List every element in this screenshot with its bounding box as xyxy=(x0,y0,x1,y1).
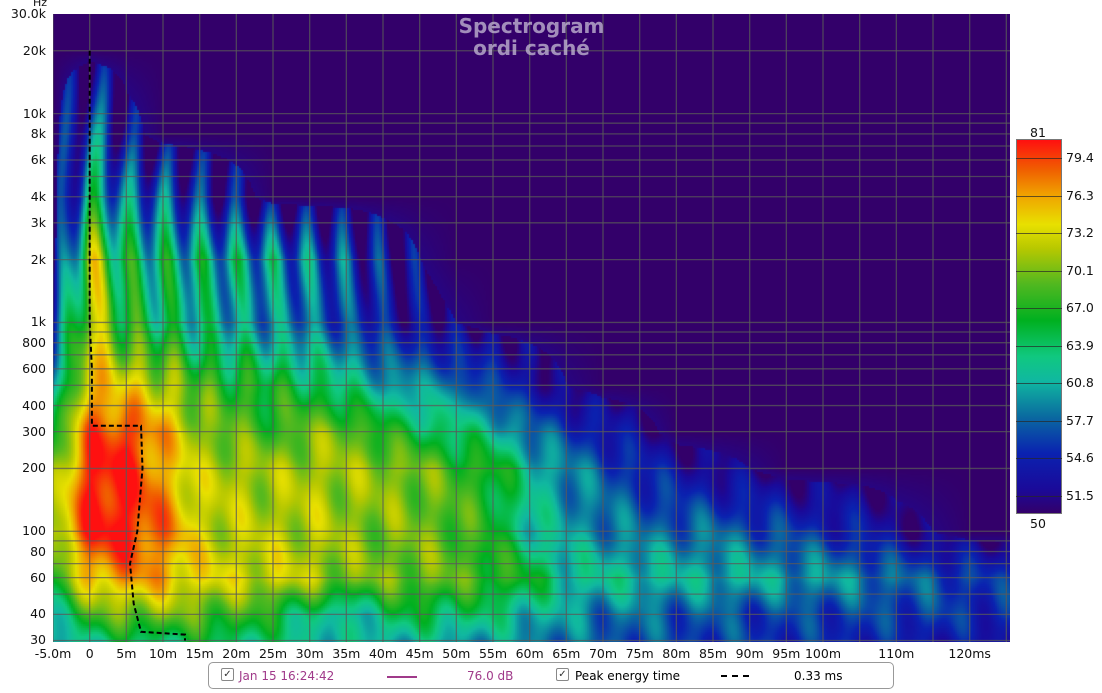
y-tick-label: 6k xyxy=(30,151,46,167)
y-tick-label: 60 xyxy=(30,569,46,585)
series-value: 76.0 dB xyxy=(467,669,514,683)
colorbar-tick-label: 51.5 xyxy=(1066,487,1094,503)
colorbar-tick-label: 70.1 xyxy=(1066,262,1094,278)
spectrogram-plot: Spectrogram ordi caché xyxy=(53,14,1010,642)
y-tick-label: 20k xyxy=(22,42,46,58)
x-tick-label: 120ms xyxy=(948,646,991,661)
x-tick-label: 65m xyxy=(552,646,581,661)
colorbar-tick xyxy=(1016,195,1062,197)
y-tick-label: 1k xyxy=(30,314,46,330)
y-tick-label: 600 xyxy=(22,360,46,376)
legend: ✓ Jan 15 16:24:42 76.0 dB ✓ Peak energy … xyxy=(208,662,894,689)
x-tick-label: -5.0m xyxy=(34,646,72,661)
series-line-swatch xyxy=(387,676,417,678)
y-tick-label: 40 xyxy=(30,606,46,622)
colorbar-min-label: 50 xyxy=(1030,516,1046,531)
y-tick-label: 400 xyxy=(22,397,46,413)
x-tick-label: 35m xyxy=(332,646,361,661)
peak-energy-label: Peak energy time xyxy=(575,669,681,683)
colorbar-tick xyxy=(1016,270,1062,272)
x-tick-label: 5m xyxy=(116,646,137,661)
x-tick-label: 45m xyxy=(405,646,434,661)
x-tick-label: 25m xyxy=(258,646,288,661)
colorbar-tick-label: 73.2 xyxy=(1066,225,1094,241)
colorbar-tick xyxy=(1016,495,1062,497)
y-tick-label: 30 xyxy=(30,632,46,648)
colorbar-tick-label: 60.8 xyxy=(1066,375,1094,391)
peak-energy-line-swatch xyxy=(721,675,749,677)
series-checkbox[interactable]: ✓ xyxy=(221,668,234,681)
y-tick-label: 800 xyxy=(22,334,46,350)
colorbar-tick xyxy=(1016,308,1062,310)
colorbar-tick xyxy=(1016,345,1062,347)
x-tick-label: 75m xyxy=(625,646,654,661)
colorbar-tick xyxy=(1016,420,1062,422)
y-tick-label: 10k xyxy=(22,105,46,121)
colorbar-tick-label: 76.3 xyxy=(1066,187,1094,203)
colorbar-tick-label: 79.4 xyxy=(1066,150,1094,166)
y-tick-label: 100 xyxy=(22,523,46,539)
grid-overlay xyxy=(53,14,1010,642)
x-tick-label: 50m xyxy=(442,646,471,661)
y-tick-label: 300 xyxy=(22,423,46,439)
x-tick-label: 20m xyxy=(222,646,251,661)
x-tick-label: 10m xyxy=(148,646,178,661)
peak-energy-value: 0.33 ms xyxy=(794,669,843,683)
y-tick-label: 8k xyxy=(30,125,46,141)
x-tick-label: 70m xyxy=(588,646,618,661)
x-tick-label: 110m xyxy=(878,646,915,661)
x-tick-label: 95m xyxy=(772,646,801,661)
y-tick-label: 4k xyxy=(30,188,46,204)
colorbar-tick xyxy=(1016,233,1062,235)
colorbar-tick-label: 54.6 xyxy=(1066,450,1094,466)
colorbar-tick xyxy=(1016,158,1062,160)
y-tick-label: 3k xyxy=(30,214,46,230)
y-tick-label: 80 xyxy=(30,543,46,559)
chart-subtitle: ordi caché xyxy=(473,36,590,60)
x-tick-label: 80m xyxy=(662,646,691,661)
colorbar-tick-label: 63.9 xyxy=(1066,337,1094,353)
y-tick-label: 200 xyxy=(22,460,46,476)
x-tick-label: 60m xyxy=(515,646,544,661)
x-tick-label: 40m xyxy=(368,646,398,661)
x-tick-label: 55m xyxy=(478,646,508,661)
x-tick-label: 85m xyxy=(698,646,728,661)
colorbar-max-label: 81 xyxy=(1030,125,1046,140)
x-tick-label: 30m xyxy=(295,646,324,661)
x-tick-label: 90m xyxy=(735,646,764,661)
colorbar-tick-label: 57.7 xyxy=(1066,412,1094,428)
x-tick-label: 100m xyxy=(804,646,842,661)
colorbar-tick-label: 67.0 xyxy=(1066,300,1094,316)
colorbar-tick xyxy=(1016,458,1062,460)
series-label: Jan 15 16:24:42 xyxy=(239,669,335,683)
x-tick-label: 0 xyxy=(85,646,94,661)
y-tick-label: 30.0k xyxy=(10,6,46,21)
chart-title: Spectrogram xyxy=(458,14,605,38)
colorbar-tick xyxy=(1016,383,1062,385)
x-tick-label: 15m xyxy=(185,646,214,661)
peak-energy-checkbox[interactable]: ✓ xyxy=(556,668,569,681)
y-tick-label: 2k xyxy=(30,251,46,267)
